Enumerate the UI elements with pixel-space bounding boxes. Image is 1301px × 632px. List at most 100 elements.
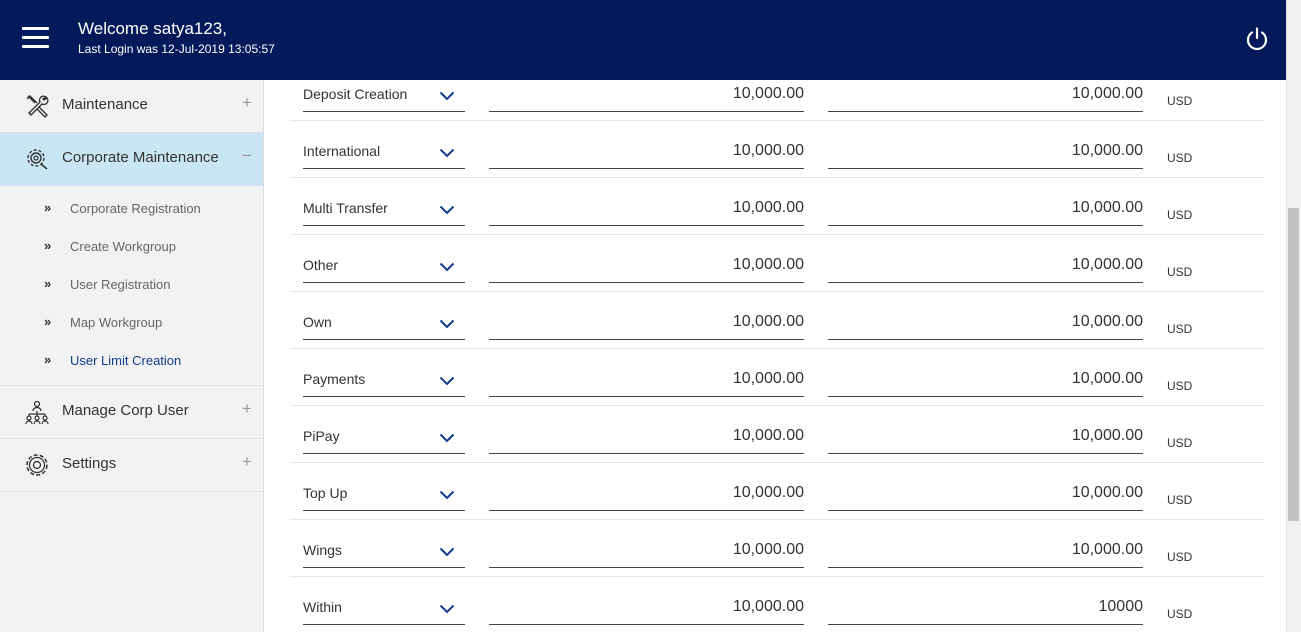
limit-amount-input[interactable]: 10,000.00 xyxy=(828,82,1143,112)
last-login-text: Last Login was 12-Jul-2019 13:05:57 xyxy=(78,42,275,56)
sidebar-item-manage-corp-user[interactable]: Manage Corp User + xyxy=(0,386,263,439)
sidebar-subitem-user-registration[interactable]: » User Registration xyxy=(0,267,263,305)
gear-icon xyxy=(26,454,48,476)
sidebar-item-label: Settings xyxy=(62,455,117,472)
sidebar-subitem-label: Create Workgroup xyxy=(70,239,176,254)
limit-amount-input[interactable]: 10,000.00 xyxy=(489,253,804,283)
limit-amount-input[interactable]: 10,000.00 xyxy=(489,538,804,568)
limit-row: Payments 10,000.00 10,000.00 USD xyxy=(290,349,1264,406)
transaction-type-select[interactable]: Wings xyxy=(303,538,465,568)
transaction-type-select[interactable]: Top Up xyxy=(303,481,465,511)
limit-amount-input[interactable]: 10000 xyxy=(828,595,1143,625)
chevron-down-icon xyxy=(439,433,455,443)
scrollbar-thumb[interactable] xyxy=(1288,208,1299,521)
currency-label: USD xyxy=(1167,379,1193,393)
transaction-type-select[interactable]: Payments xyxy=(303,367,465,397)
power-icon[interactable] xyxy=(1244,26,1270,52)
limit-amount-input[interactable]: 10,000.00 xyxy=(489,196,804,226)
sidebar-subitem-user-limit-creation[interactable]: » User Limit Creation xyxy=(0,343,263,381)
limit-amount-input[interactable]: 10,000.00 xyxy=(489,82,804,112)
chevron-down-icon xyxy=(439,91,455,101)
limit-amount-input[interactable]: 10,000.00 xyxy=(489,424,804,454)
limit-row: Own 10,000.00 10,000.00 USD xyxy=(290,292,1264,349)
double-chevron-right-icon: » xyxy=(44,238,51,253)
sidebar-subitem-label: User Limit Creation xyxy=(70,353,182,368)
sidebar-subitem-map-workgroup[interactable]: » Map Workgroup xyxy=(0,305,263,343)
limit-amount-input[interactable]: 10,000.00 xyxy=(489,595,804,625)
double-chevron-right-icon: » xyxy=(44,352,51,367)
transaction-type-value: Multi Transfer xyxy=(303,200,388,216)
sidebar-item-label: Corporate Maintenance xyxy=(62,149,219,166)
transaction-type-value: Payments xyxy=(303,371,366,387)
limit-row: PiPay 10,000.00 10,000.00 USD xyxy=(290,406,1264,463)
gear-settings-icon xyxy=(27,149,48,170)
limit-amount-input[interactable]: 10,000.00 xyxy=(489,310,804,340)
limit-amount-input[interactable]: 10,000.00 xyxy=(489,481,804,511)
transaction-type-value: Wings xyxy=(303,542,342,558)
sidebar-subitem-corporate-registration[interactable]: » Corporate Registration xyxy=(0,191,263,229)
corporate-maintenance-submenu: » Corporate Registration » Create Workgr… xyxy=(0,186,263,386)
limit-row: International 10,000.00 10,000.00 USD xyxy=(290,121,1264,178)
currency-label: USD xyxy=(1167,94,1193,108)
users-hierarchy-icon xyxy=(25,400,49,425)
expand-icon[interactable]: + xyxy=(240,452,254,472)
expand-icon[interactable]: + xyxy=(240,93,254,113)
sidebar-item-settings[interactable]: Settings + xyxy=(0,439,263,492)
limit-rows: Deposit Creation 10,000.00 10,000.00 USD Int… xyxy=(290,80,1264,632)
limit-amount-input[interactable]: 10,000.00 xyxy=(828,196,1143,226)
transaction-type-value: Top Up xyxy=(303,485,348,501)
limit-amount-input[interactable]: 10,000.00 xyxy=(828,538,1143,568)
transaction-type-select[interactable]: Own xyxy=(303,310,465,340)
welcome-text: Welcome satya123, xyxy=(78,19,227,38)
sidebar: Maintenance + Corporate Maintenance − » … xyxy=(0,80,264,632)
transaction-type-value: Deposit Creation xyxy=(303,86,408,102)
chevron-down-icon xyxy=(439,376,455,386)
hamburger-icon[interactable] xyxy=(22,27,49,49)
transaction-type-select[interactable]: International xyxy=(303,139,465,169)
currency-label: USD xyxy=(1167,493,1193,507)
limit-amount-input[interactable]: 10,000.00 xyxy=(489,367,804,397)
limit-amount-input[interactable]: 10,000.00 xyxy=(828,253,1143,283)
chevron-down-icon xyxy=(439,547,455,557)
sidebar-item-maintenance[interactable]: Maintenance + xyxy=(0,80,263,133)
double-chevron-right-icon: » xyxy=(44,314,51,329)
currency-label: USD xyxy=(1167,151,1193,165)
limit-amount-input[interactable]: 10,000.00 xyxy=(828,481,1143,511)
currency-label: USD xyxy=(1167,265,1193,279)
currency-label: USD xyxy=(1167,322,1193,336)
limit-row: Wings 10,000.00 10,000.00 USD xyxy=(290,520,1264,577)
transaction-type-select[interactable]: PiPay xyxy=(303,424,465,454)
sidebar-item-corporate-maintenance[interactable]: Corporate Maintenance − xyxy=(0,133,263,186)
sidebar-item-label: Maintenance xyxy=(62,96,148,113)
transaction-type-select[interactable]: Other xyxy=(303,253,465,283)
transaction-type-select[interactable]: Multi Transfer xyxy=(303,196,465,226)
expand-icon[interactable]: + xyxy=(240,399,254,419)
sidebar-subitem-label: Corporate Registration xyxy=(70,201,201,216)
currency-label: USD xyxy=(1167,436,1193,450)
limit-row: Multi Transfer 10,000.00 10,000.00 USD xyxy=(290,178,1264,235)
limit-amount-input[interactable]: 10,000.00 xyxy=(828,310,1143,340)
transaction-type-value: International xyxy=(303,143,381,159)
limit-amount-input[interactable]: 10,000.00 xyxy=(828,139,1143,169)
chevron-down-icon xyxy=(439,148,455,158)
limit-amount-input[interactable]: 10,000.00 xyxy=(828,424,1143,454)
limit-row: Deposit Creation 10,000.00 10,000.00 USD xyxy=(290,80,1264,121)
transaction-type-select[interactable]: Within xyxy=(303,595,465,625)
chevron-down-icon xyxy=(439,604,455,614)
tools-icon xyxy=(26,95,49,118)
sidebar-item-label: Manage Corp User xyxy=(62,402,189,419)
transaction-type-select[interactable]: Deposit Creation xyxy=(303,82,465,112)
limit-row: Top Up 10,000.00 10,000.00 USD xyxy=(290,463,1264,520)
transaction-type-value: Within xyxy=(303,599,342,615)
limit-amount-input[interactable]: 10,000.00 xyxy=(489,139,804,169)
transaction-type-value: Other xyxy=(303,257,339,273)
sidebar-subitem-create-workgroup[interactable]: » Create Workgroup xyxy=(0,229,263,267)
transaction-type-value: Own xyxy=(303,314,332,330)
chevron-down-icon xyxy=(439,490,455,500)
chevron-down-icon xyxy=(439,262,455,272)
currency-label: USD xyxy=(1167,208,1193,222)
sidebar-subitem-label: Map Workgroup xyxy=(70,315,163,330)
limit-amount-input[interactable]: 10,000.00 xyxy=(828,367,1143,397)
collapse-icon[interactable]: − xyxy=(240,146,254,166)
limit-row: Other 10,000.00 10,000.00 USD xyxy=(290,235,1264,292)
